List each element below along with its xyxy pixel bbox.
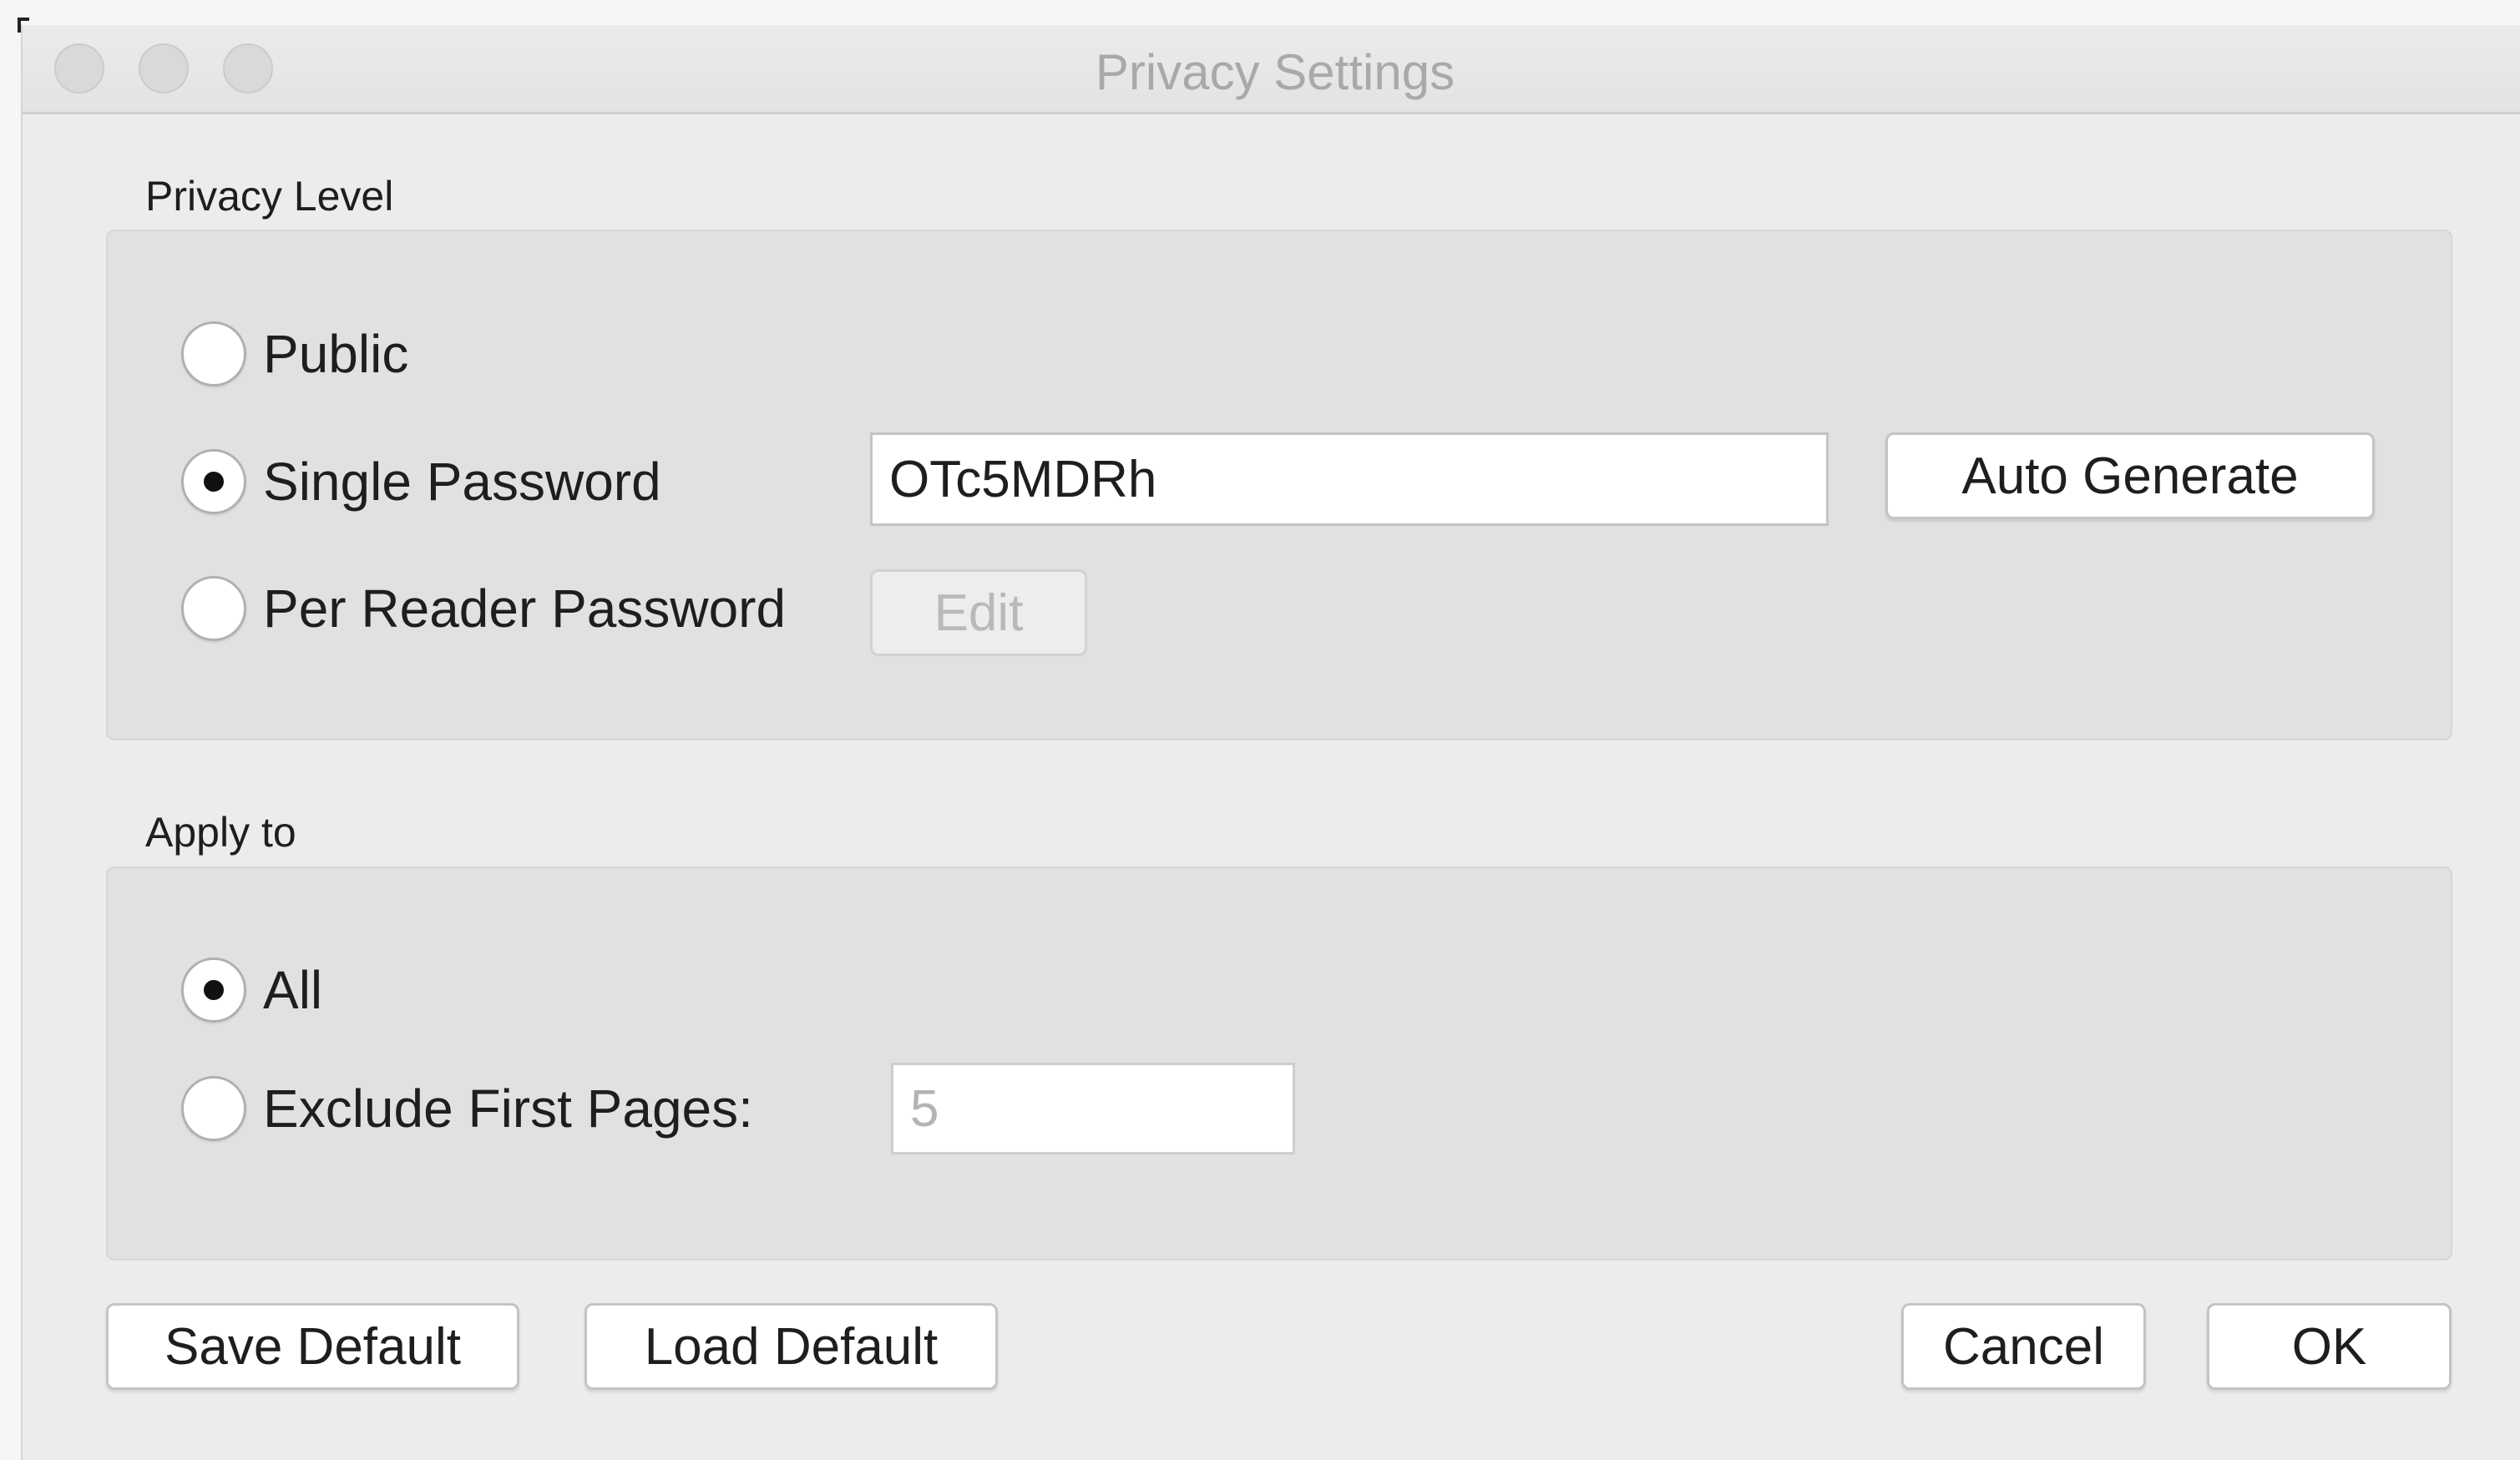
radio-dot [204,980,224,1000]
radio-all-label: All [263,960,323,1020]
radio-all[interactable]: All [181,957,322,1023]
save-default-button[interactable]: Save Default [106,1303,519,1390]
cancel-button[interactable]: Cancel [1901,1303,2146,1390]
password-input[interactable]: OTc5MDRh [870,432,1829,526]
title-bar[interactable]: Privacy Settings [23,25,2520,114]
radio-per-reader-password[interactable]: Per Reader Password [181,576,786,641]
load-default-button[interactable]: Load Default [584,1303,998,1390]
radio-public-label: Public [263,324,409,384]
exclude-pages-input[interactable]: 5 [891,1063,1295,1154]
privacy-settings-window: Privacy Settings Privacy Level Public Si… [21,25,2520,1460]
edit-button[interactable]: Edit [870,569,1087,656]
auto-generate-button[interactable]: Auto Generate [1885,432,2375,519]
radio-button[interactable] [181,576,246,641]
radio-exclude-first-pages[interactable]: Exclude First Pages: [181,1076,753,1141]
apply-to-label: Apply to [145,809,296,856]
ok-button[interactable]: OK [2207,1303,2452,1390]
radio-public[interactable]: Public [181,321,408,386]
radio-exclude-first-pages-label: Exclude First Pages: [263,1079,753,1139]
radio-single-password-label: Single Password [263,452,661,512]
radio-per-reader-password-label: Per Reader Password [263,578,787,639]
radio-button[interactable] [181,449,246,514]
radio-button[interactable] [181,957,246,1023]
radio-button[interactable] [181,321,246,386]
radio-dot [204,472,224,492]
privacy-level-label: Privacy Level [145,173,394,220]
window-title: Privacy Settings [1095,44,1455,100]
radio-button[interactable] [181,1076,246,1141]
radio-single-password[interactable]: Single Password [181,449,661,514]
